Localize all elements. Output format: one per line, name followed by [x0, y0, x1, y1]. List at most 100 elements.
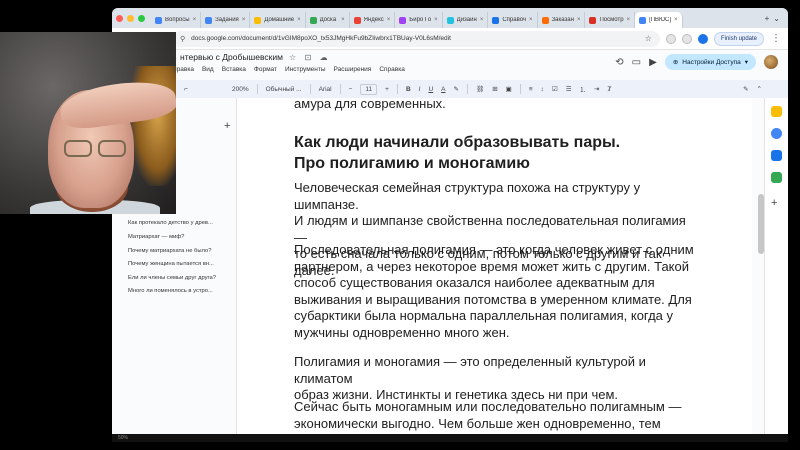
- tab-4[interactable]: Яндекс ×: [350, 12, 396, 28]
- menu-item-4[interactable]: Инструменты: [285, 66, 326, 73]
- tab-close-icon[interactable]: ×: [434, 17, 438, 23]
- link-icon[interactable]: ⛓: [476, 85, 484, 93]
- tab-search-icon[interactable]: ⌄: [773, 14, 780, 23]
- clear-format-icon[interactable]: Ⱦ: [607, 86, 611, 93]
- add-addon-icon[interactable]: +: [771, 198, 782, 209]
- tab-close-icon[interactable]: ×: [529, 17, 533, 23]
- contacts-icon[interactable]: [771, 150, 782, 161]
- numbered-list-icon[interactable]: ⒈: [580, 84, 587, 94]
- document-page[interactable]: амура для современных. Как люди начинали…: [236, 96, 752, 440]
- text-line: Последовательная полигамия — это когда ч…: [294, 242, 694, 257]
- toolbar-divider: [519, 84, 521, 94]
- tab-close-icon[interactable]: ×: [341, 17, 345, 23]
- add-heading-icon[interactable]: +: [224, 120, 230, 132]
- tab-close-icon[interactable]: ×: [577, 17, 581, 23]
- text-color-button[interactable]: A: [441, 86, 445, 93]
- font-size-input[interactable]: 11: [360, 83, 378, 95]
- outline-item[interactable]: Почему матриархата не было?: [128, 248, 226, 254]
- text-line: выживания и выращивания потомства в умер…: [294, 291, 692, 307]
- tab-5[interactable]: Биро Го ×: [395, 12, 443, 28]
- tab-7[interactable]: Справоч ×: [488, 12, 538, 28]
- tab-close-icon[interactable]: ×: [627, 17, 631, 23]
- menu-item-1[interactable]: Вид: [202, 66, 214, 73]
- move-folder-icon[interactable]: ⊡: [305, 53, 312, 62]
- extension-icon[interactable]: [665, 33, 676, 44]
- tab-close-icon[interactable]: ×: [387, 17, 391, 23]
- font-size-increase-icon[interactable]: +: [385, 86, 389, 93]
- site-info-icon[interactable]: ⚲: [180, 35, 185, 43]
- text-line: субарктики была нормальна параллельная п…: [294, 308, 674, 323]
- maximize-window-button[interactable]: [138, 14, 145, 22]
- new-tab-icon[interactable]: +: [765, 14, 770, 23]
- text-line: мужчины одновременно много жен.: [294, 324, 510, 340]
- outline-item[interactable]: Много ли поменялось в устро...: [128, 288, 226, 294]
- highlight-icon[interactable]: ✎: [454, 85, 459, 93]
- align-icon[interactable]: ≡: [529, 86, 533, 93]
- menu-item-6[interactable]: Справка: [379, 66, 405, 73]
- menu-item-5[interactable]: Расширения: [334, 66, 372, 73]
- tab-favicon-icon: [541, 16, 549, 24]
- bullet-list-icon[interactable]: ☰: [566, 85, 572, 93]
- text-line: способ существования оказался наиболее а…: [294, 275, 655, 290]
- collapse-menu-icon[interactable]: ⌃: [757, 85, 762, 93]
- edit-mode-icon[interactable]: ✎: [743, 85, 748, 93]
- menu-item-2[interactable]: Вставка: [222, 66, 246, 73]
- underline-button[interactable]: U: [428, 86, 433, 93]
- extension-puzzle-icon[interactable]: [681, 33, 692, 44]
- bold-button[interactable]: B: [406, 86, 411, 93]
- keep-icon[interactable]: [771, 106, 782, 117]
- tab-close-icon[interactable]: ×: [193, 17, 197, 23]
- style-select[interactable]: Обычный ...: [266, 86, 302, 93]
- profile-icon[interactable]: [697, 33, 708, 44]
- cloud-status-icon[interactable]: ☁: [320, 53, 328, 62]
- tab-2[interactable]: Домашние ×: [250, 12, 306, 28]
- line-spacing-icon[interactable]: ↕: [541, 86, 544, 93]
- text-line: Сейчас быть моногамным или последователь…: [294, 399, 682, 414]
- tab-close-icon[interactable]: ×: [242, 17, 246, 23]
- font-select[interactable]: Arial: [319, 86, 332, 93]
- tab-3[interactable]: Доска ×: [306, 12, 350, 28]
- font-size-decrease-icon[interactable]: −: [349, 86, 353, 93]
- checklist-icon[interactable]: ☑: [552, 85, 558, 93]
- tab-10[interactable]: [ПВЮС] ×: [635, 12, 683, 28]
- tab-8[interactable]: Заказан ×: [538, 12, 586, 28]
- tab-6[interactable]: Дизайн ×: [443, 12, 489, 28]
- close-window-button[interactable]: [116, 14, 123, 22]
- maps-icon[interactable]: [771, 172, 782, 183]
- italic-button[interactable]: I: [419, 86, 421, 93]
- finish-update-button[interactable]: Finish update: [713, 31, 764, 46]
- star-icon[interactable]: ☆: [289, 53, 296, 62]
- minimize-window-button[interactable]: [127, 14, 134, 22]
- tab-close-icon[interactable]: ×: [297, 17, 301, 23]
- outline-item[interactable]: Почему женщина пытается вн...: [128, 261, 226, 267]
- tab-9[interactable]: Посмотр ×: [585, 12, 636, 28]
- webcam-lens-left: [64, 140, 92, 157]
- share-button[interactable]: ⊕ Настройки Доступа ▾: [664, 54, 756, 70]
- menu-item-3[interactable]: Формат: [254, 66, 277, 73]
- doc-title[interactable]: нтервью с Дробышевским ☆ ⊡ ☁: [180, 52, 328, 62]
- browser-menu-icon[interactable]: ⋮: [770, 33, 782, 44]
- paragraph-tail: амура для современных.: [294, 96, 446, 111]
- outline-item[interactable]: Матриархат — миф?: [128, 234, 226, 240]
- share-label: Настройки Доступа: [682, 58, 741, 66]
- history-icon[interactable]: ⟲: [615, 57, 623, 68]
- indent-icon[interactable]: ⇥: [594, 85, 599, 93]
- outline-item[interactable]: Ели ли члены семьи друг друга?: [128, 275, 226, 281]
- outline-item[interactable]: Как протекало детство у древ...: [128, 220, 226, 226]
- bookmark-star-icon[interactable]: ☆: [645, 34, 652, 43]
- tab-close-icon[interactable]: ×: [480, 17, 484, 23]
- comments-icon[interactable]: ▭: [632, 57, 641, 68]
- image-icon[interactable]: ▣: [506, 85, 512, 93]
- tab-0[interactable]: Вопросы ×: [151, 12, 202, 28]
- zoom-select[interactable]: 200%: [232, 86, 249, 93]
- text-line: Человеческая семейная структура похожа н…: [294, 180, 641, 212]
- avatar[interactable]: [764, 55, 778, 69]
- tab-close-icon[interactable]: ×: [674, 17, 678, 23]
- tab-strip-end: + ⌄: [765, 14, 788, 23]
- meet-icon[interactable]: ▶: [649, 57, 657, 68]
- paint-format-icon[interactable]: ⌐: [184, 86, 188, 93]
- comment-add-icon[interactable]: ⊞: [492, 85, 497, 93]
- tasks-icon[interactable]: [771, 128, 782, 139]
- address-bar[interactable]: ⚲ docs.google.com/document/d/1vGIM8poXO_…: [172, 30, 660, 47]
- tab-1[interactable]: Задания ×: [201, 12, 251, 28]
